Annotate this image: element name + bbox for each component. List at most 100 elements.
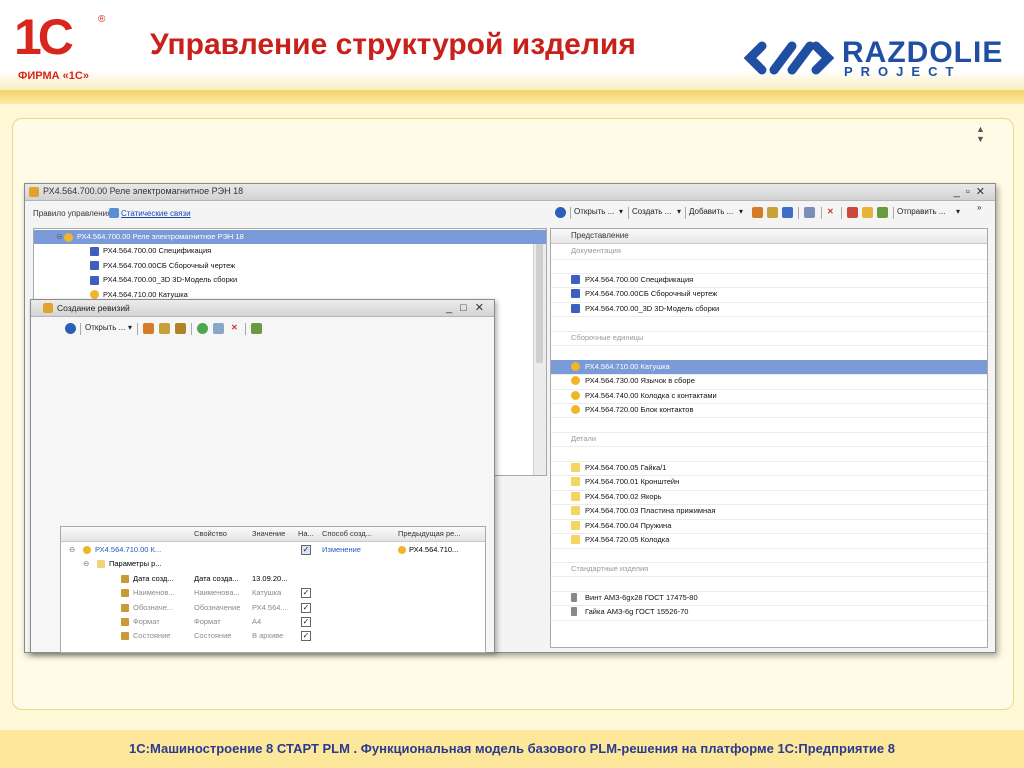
- dialog-revision-icon[interactable]: [159, 323, 170, 334]
- list-group-row[interactable]: Стандартные изделия: [551, 562, 987, 578]
- tree-row[interactable]: РХ4.564.700.00_3D 3D-Модель сборки: [34, 273, 546, 287]
- revisions-grid[interactable]: Свойство Значение На... Способ созд... Преды…: [60, 526, 486, 653]
- document-icon[interactable]: [782, 207, 793, 218]
- close-button[interactable]: ✕: [976, 186, 991, 198]
- more-toolbar-button[interactable]: »: [977, 203, 981, 212]
- structure-list[interactable]: Представление Документация РХ4.564.700.00…: [550, 228, 988, 648]
- dialog-open-button[interactable]: Открыть ...: [85, 323, 125, 332]
- export-icon[interactable]: [877, 207, 888, 218]
- create-dropdown-icon[interactable]: ▾: [677, 207, 681, 216]
- list-row-label: РХ4.564.710.00 Катушка: [585, 361, 670, 371]
- expand-toggle-icon[interactable]: ⊖: [83, 557, 89, 571]
- lock-icon[interactable]: [847, 207, 858, 218]
- list-row[interactable]: [551, 417, 987, 433]
- list-row[interactable]: РХ4.564.710.00 Катушка: [551, 359, 987, 376]
- dialog-title: Создание ревизий: [57, 303, 130, 313]
- list-row-label: РХ4.564.740.00 Колодка с контактами: [585, 390, 717, 400]
- asm-item-icon: [571, 376, 580, 386]
- list-row[interactable]: РХ4.564.720.00 Блок контактов: [551, 403, 987, 419]
- list-row[interactable]: РХ4.564.700.05 Гайка/1: [551, 461, 987, 477]
- window-titlebar[interactable]: РХ4.564.700.00 Реле электромагнитное РЭН…: [25, 184, 995, 201]
- delete-icon[interactable]: ✕: [827, 207, 834, 216]
- window-title: РХ4.564.700.00 Реле электромагнитное РЭН…: [43, 186, 244, 196]
- revision-icon[interactable]: [767, 207, 778, 218]
- list-row-label: РХ4.564.700.00СБ Сборочный чертеж: [585, 289, 718, 299]
- slide-scroll-icon[interactable]: ▲ ▼: [976, 124, 985, 144]
- send-dropdown-icon[interactable]: ▾: [956, 207, 960, 216]
- tree-row[interactable]: ⊖ РХ4.564.700.00 Реле электромагнитное РЭ…: [34, 230, 546, 244]
- list-group-row[interactable]: Детали: [551, 432, 987, 448]
- create-menu-button[interactable]: Создать ...: [632, 207, 671, 216]
- doc-item-icon: [90, 246, 99, 256]
- add-dropdown-icon[interactable]: ▾: [739, 207, 743, 216]
- logo-1c: 1С ® ФИРМА «1С»: [14, 12, 110, 82]
- grid-header-cell[interactable]: Свойство: [191, 527, 253, 542]
- restore-button[interactable]: ▫: [966, 186, 976, 198]
- dialog-maximize-button[interactable]: □: [460, 302, 475, 314]
- list-row[interactable]: РХ4.564.740.00 Колодка с контактами: [551, 389, 987, 404]
- list-row[interactable]: [551, 258, 987, 274]
- grid-header-cell[interactable]: Значение: [249, 527, 299, 542]
- list-row[interactable]: [551, 576, 987, 592]
- rule-link[interactable]: Статические связи: [121, 209, 191, 218]
- lock-icon: [121, 618, 129, 626]
- include-checkbox[interactable]: ✓: [301, 602, 311, 613]
- part-item-icon: [571, 535, 580, 544]
- dialog-document-icon[interactable]: [175, 323, 186, 334]
- expand-toggle-icon[interactable]: ⊖: [56, 230, 64, 244]
- toolbar-separator: [685, 207, 686, 219]
- dialog-titlebar[interactable]: Создание ревизий _□✕: [31, 300, 494, 317]
- grid-header-cell[interactable]: Способ созд...: [319, 527, 399, 542]
- dialog-add-icon[interactable]: [197, 323, 208, 334]
- list-row[interactable]: [551, 316, 987, 332]
- list-group-label: Сборочные единицы: [571, 332, 644, 342]
- list-header[interactable]: Представление: [551, 229, 987, 244]
- list-row[interactable]: РХ4.564.700.02 Якорь: [551, 490, 987, 506]
- replace-icon[interactable]: [804, 207, 815, 218]
- list-row[interactable]: РХ4.564.700.04 Пружина: [551, 519, 987, 535]
- toolbar-separator: [893, 207, 894, 219]
- add-menu-button[interactable]: Добавить ...: [689, 207, 733, 216]
- list-row[interactable]: РХ4.564.720.05 Колодка: [551, 533, 987, 549]
- toolbar-separator: [191, 323, 192, 335]
- list-row[interactable]: [551, 547, 987, 563]
- list-row[interactable]: РХ4.564.700.00 Спецификация: [551, 273, 987, 289]
- open-dropdown-icon[interactable]: ▾: [619, 207, 623, 216]
- list-row[interactable]: РХ4.564.700.00_3D 3D-Модель сборки: [551, 302, 987, 318]
- grid-header-cell[interactable]: Предыдущая ре...: [395, 527, 485, 542]
- list-row[interactable]: РХ4.564.730.00 Язычок в сборе: [551, 374, 987, 390]
- include-checkbox[interactable]: ✓: [301, 631, 311, 642]
- grid-cell-method[interactable]: Изменение: [322, 543, 361, 557]
- list-row[interactable]: РХ4.564.700.00СБ Сборочный чертеж: [551, 287, 987, 303]
- list-row[interactable]: РХ4.564.700.03 Пластина прижимная: [551, 504, 987, 520]
- dialog-close-button[interactable]: ✕: [475, 302, 492, 314]
- send-menu-button[interactable]: Отправить ...: [897, 207, 946, 216]
- info-icon[interactable]: [555, 207, 566, 218]
- grid-header-blank[interactable]: [61, 527, 192, 542]
- minimize-button[interactable]: _: [954, 186, 966, 198]
- list-row[interactable]: Винт АМЗ-6gх28 ГОСТ 17475-80: [551, 591, 987, 607]
- list-row[interactable]: Гайка АМЗ-6g ГОСТ 15526-70: [551, 605, 987, 621]
- dialog-info-icon[interactable]: [65, 323, 76, 334]
- lock-icon: [121, 632, 129, 641]
- dialog-copy-icon[interactable]: [213, 323, 224, 334]
- dialog-structure-icon[interactable]: [143, 323, 154, 334]
- list-group-row[interactable]: Документация: [551, 244, 987, 260]
- expand-toggle-icon[interactable]: ⊖: [69, 543, 75, 557]
- dialog-export-icon[interactable]: [251, 323, 262, 334]
- tree-row[interactable]: РХ4.564.700.00СБ Сборочный чертеж: [34, 259, 546, 273]
- dialog-open-dropdown-icon[interactable]: ▾: [128, 323, 132, 332]
- include-checkbox[interactable]: ✓: [301, 617, 311, 627]
- list-row[interactable]: [551, 446, 987, 462]
- list-group-row[interactable]: Сборочные единицы: [551, 331, 987, 347]
- open-menu-button[interactable]: Открыть ...: [574, 207, 614, 216]
- settings-icon[interactable]: [862, 207, 873, 218]
- include-checkbox[interactable]: ✓: [301, 545, 311, 555]
- dialog-minimize-button[interactable]: _: [446, 302, 460, 314]
- list-row[interactable]: [551, 345, 987, 361]
- structure-icon[interactable]: [752, 207, 763, 218]
- include-checkbox[interactable]: ✓: [301, 588, 311, 599]
- dialog-delete-icon[interactable]: ✕: [231, 323, 238, 332]
- list-row[interactable]: РХ4.564.700.01 Кронштейн: [551, 475, 987, 491]
- tree-row[interactable]: РХ4.564.700.00 Спецификация: [34, 244, 546, 258]
